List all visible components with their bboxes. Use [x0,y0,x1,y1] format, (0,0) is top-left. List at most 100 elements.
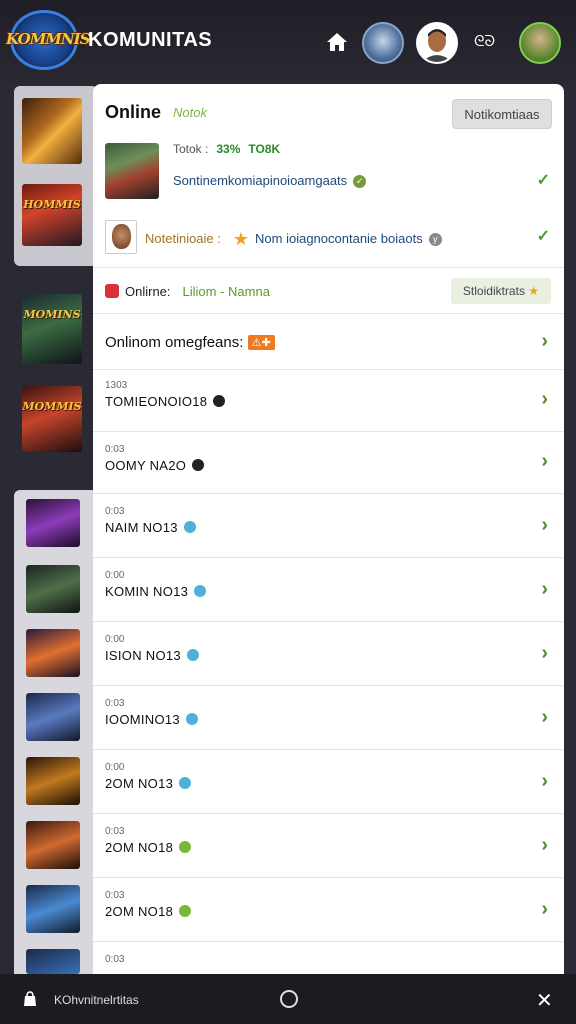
game-thumbnail[interactable] [26,885,80,933]
list-item[interactable]: 0:03 [93,942,564,974]
game-thumbnail[interactable] [26,757,80,805]
item-name: TOMIEONOIO18 [105,394,226,409]
list-item[interactable]: 1303 TOMIEONOIO18 › [93,370,564,432]
stat-value: TO8K [248,142,281,156]
home-icon[interactable] [326,32,348,52]
section-title: Onlinom omegfeans: ⚠✚ [105,334,275,351]
avatar-friend[interactable] [519,22,561,64]
game-thumbnail[interactable] [26,821,80,869]
star-icon: ★ [528,284,540,298]
bag-icon[interactable] [22,991,38,1007]
face-icon [112,224,131,249]
stat-line: Totok : 33% TO8K [173,142,280,156]
status-dot-icon [179,777,192,789]
chevron-right-icon[interactable]: › [541,898,548,921]
star-icon: ★ [232,229,250,249]
list-item[interactable]: 0:03 NAIM NO13 › [93,494,564,558]
section-title-text: Onlinom omegfeans: [105,334,244,351]
avatar-user[interactable] [416,22,458,64]
section-tag: ⚠✚ [247,335,275,350]
header-text: ᘓᘐ [474,33,496,50]
game-thumbnail[interactable] [26,629,80,677]
notifications-card: Online Notok Notikomtiaas Totok : 33% TO8K… [93,84,564,268]
chevron-right-icon[interactable]: › [541,706,548,729]
item-name-text: OOMY NA2O [105,458,187,473]
item-name: 2OM NO18 [105,904,192,919]
stat-label: Totok : [173,142,209,156]
notification-text[interactable]: Notetinioaie : ★ Nom ioiagnocontanie boiao… [145,229,442,250]
close-icon[interactable]: ✕ [536,988,553,1013]
chevron-right-icon[interactable]: › [541,330,548,353]
section-header[interactable]: Onlinom omegfeans: ⚠✚ › [93,314,564,370]
item-name-text: KOMIN NO13 [105,584,189,599]
item-name: 2OM NO18 [105,840,192,855]
bottom-label[interactable]: KOhvnitnelrtitas [54,993,139,1007]
list-item[interactable]: 0:00 KOMIN NO13 › [93,558,564,622]
subscriptions-button[interactable]: Stloidiktrats ★ [451,278,551,304]
item-name-text: NAIM NO13 [105,520,178,535]
plus-icon [213,395,226,407]
list-item[interactable]: 0:03 2OM NO18 › [93,878,564,942]
item-name: IOOMINO13 [105,712,198,727]
game-thumbnail[interactable]: MOMMIS [22,386,82,452]
chevron-right-icon[interactable]: › [541,388,548,411]
chevron-right-icon[interactable]: › [541,834,548,857]
game-thumbnail[interactable] [26,949,80,974]
item-name-text: ISION NO13 [105,648,181,663]
button-label: Stloidiktrats [462,284,525,298]
online-subtitle: Notok [173,105,207,120]
list-item[interactable]: 0:03 2OM NO18 › [93,814,564,878]
online-status: Onlirne: Liliom - Namna [105,284,270,299]
online-heading: Online [105,102,162,122]
notification-text[interactable]: Sontinemkomiapinoioamgaats ✓ [173,173,367,189]
page-title: KOMUNITAS [88,29,213,51]
info-icon: ✓ [353,175,367,189]
status-dot-icon [194,585,207,597]
notification-label: Notetinioaie : [145,231,221,246]
item-meta: 0:03 [105,954,125,965]
item-meta: 1303 [105,380,128,391]
notification-label: Nom ioiagnocontanie boiaots [255,231,423,246]
game-thumbnail[interactable]: MOMINS [22,294,82,364]
item-name-text: 2OM NO13 [105,776,174,791]
list-item[interactable]: 0:03 OOMY NA2O › [93,432,564,494]
check-icon[interactable]: ✓ [537,170,550,190]
plus-icon [192,459,205,471]
app-header: KOMMNIS KOMUNITAS ᘓᘐ [0,0,576,84]
notification-label: Sontinemkomiapinoioamgaats [173,173,348,188]
item-meta: 0:03 [105,506,125,517]
game-thumbnail[interactable]: HOMMIS [22,184,82,246]
list-item[interactable]: 0:00 ISION NO13 › [93,622,564,686]
community-panel: Online Notok Notikomtiaas Totok : 33% TO8K… [93,84,564,974]
game-thumbnail[interactable] [26,565,80,613]
compass-icon[interactable] [280,990,298,1008]
online-status-row[interactable]: Onlirne: Liliom - Namna Stloidiktrats ★ [93,268,564,314]
item-name: ISION NO13 [105,648,199,663]
chevron-right-icon[interactable]: › [541,450,548,473]
status-dot-icon [183,521,196,533]
game-thumbnail[interactable] [26,693,80,741]
item-name-text: 2OM NO18 [105,840,174,855]
thumbnail-title: HOMMIS [23,198,81,211]
game-thumbnail[interactable] [22,98,82,164]
game-thumbnail[interactable] [26,499,80,547]
item-meta: 0:03 [105,890,125,901]
item-meta: 0:03 [105,698,125,709]
person-avatar[interactable] [105,220,137,254]
chevron-right-icon[interactable]: › [541,642,548,665]
avatar-soldier[interactable] [362,22,404,64]
notifications-button[interactable]: Notikomtiaas [452,99,552,129]
item-name: OOMY NA2O [105,458,205,473]
chevron-right-icon[interactable]: › [541,514,548,537]
game-avatar[interactable] [105,143,159,199]
chevron-right-icon[interactable]: › [541,578,548,601]
list-item[interactable]: 0:00 2OM NO13 › [93,750,564,814]
chevron-right-icon[interactable]: › [541,770,548,793]
status-label: Onlirne: [125,284,171,299]
logo-text: KOMMNIS [6,30,90,48]
check-icon[interactable]: ✓ [537,226,550,246]
item-meta: 0:03 [105,444,125,455]
list-item[interactable]: 0:03 IOOMINO13 › [93,686,564,750]
item-name-text: 2OM NO18 [105,904,174,919]
item-meta: 0:00 [105,762,125,773]
